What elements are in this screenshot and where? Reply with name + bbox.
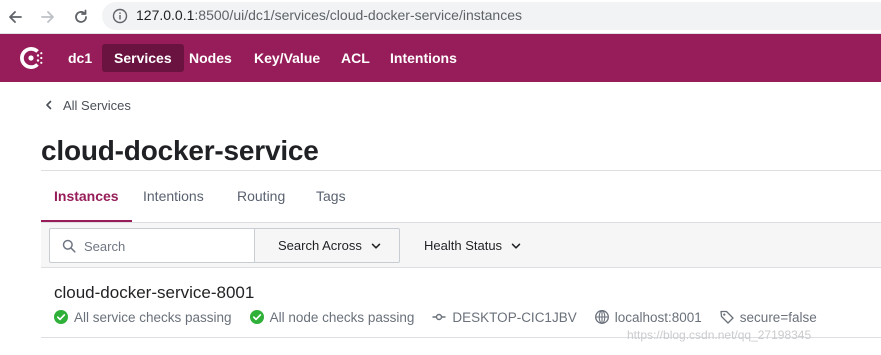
chevron-down-icon <box>371 243 381 249</box>
breadcrumb-all-services[interactable]: All Services <box>63 98 131 113</box>
chevron-left-icon <box>46 100 52 110</box>
back-arrow-icon <box>9 11 22 23</box>
filter-bar: Search Across Health Status <box>41 223 881 268</box>
search-icon <box>62 239 76 253</box>
datacenter-selector[interactable]: dc1 <box>56 44 104 72</box>
reload-icon <box>75 9 87 23</box>
nav-item-nodes[interactable]: Nodes <box>177 44 244 72</box>
search-across-label: Search Across <box>278 238 362 253</box>
browser-toolbar: 127.0.0.1:8500/ui/dc1/services/cloud-doc… <box>0 0 881 34</box>
node-icon <box>432 313 446 321</box>
page-title: cloud-docker-service <box>41 135 319 166</box>
check-circle-icon <box>54 310 68 324</box>
check-circle-icon <box>249 310 264 324</box>
node-name[interactable]: DESKTOP-CIC1JBV <box>452 310 576 325</box>
nav-item-key-value[interactable]: Key/Value <box>242 44 332 72</box>
instance-meta: All service checks passing All node chec… <box>54 308 835 326</box>
nav-item-intentions[interactable]: Intentions <box>378 44 469 72</box>
instance-name-link[interactable]: cloud-docker-service-8001 <box>54 283 254 303</box>
reload-button[interactable] <box>69 5 93 29</box>
tab-tags[interactable]: Tags <box>303 171 359 223</box>
node-checks-status: All node checks passing <box>249 309 415 325</box>
service-checks-status: All service checks passing <box>54 310 232 325</box>
tab-instances[interactable]: Instances <box>41 171 132 223</box>
address-bar[interactable]: 127.0.0.1:8500/ui/dc1/services/cloud-doc… <box>102 2 881 30</box>
instance-tag: secure=false <box>739 309 817 325</box>
tab-routing[interactable]: Routing <box>224 171 298 223</box>
main-navigation: dc1 Services Nodes Key/Value ACL Intenti… <box>0 34 881 82</box>
nav-item-acl[interactable]: ACL <box>329 44 382 72</box>
search-across-dropdown[interactable]: Search Across <box>254 228 400 263</box>
site-info-icon[interactable] <box>112 8 128 24</box>
tab-intentions[interactable]: Intentions <box>130 171 217 223</box>
consul-logo-icon[interactable] <box>16 43 46 73</box>
node-checks-text: All node checks passing <box>269 309 415 325</box>
forward-arrow-icon <box>41 11 54 23</box>
url-text[interactable]: 127.0.0.1:8500/ui/dc1/services/cloud-doc… <box>136 7 522 23</box>
breadcrumb[interactable]: All Services <box>43 96 131 114</box>
nav-item-services[interactable]: Services <box>102 44 184 72</box>
tag-icon <box>720 310 734 324</box>
health-status-label: Health Status <box>424 238 503 253</box>
service-checks-text: All service checks passing <box>74 309 232 325</box>
url-host: 127.0.0.1 <box>136 7 195 23</box>
instance-address: localhost:8001 <box>614 309 702 325</box>
node-link[interactable]: DESKTOP-CIC1JBV <box>432 310 577 325</box>
search-box[interactable] <box>49 228 254 263</box>
chevron-down-icon <box>511 243 521 249</box>
back-button[interactable] <box>3 5 27 29</box>
health-status-dropdown[interactable]: Health Status <box>424 228 521 263</box>
watermark-text: https://blog.csdn.net/qq_27198345 <box>627 328 812 342</box>
forward-button[interactable] <box>36 5 60 29</box>
url-path: :8500/ui/dc1/services/cloud-docker-servi… <box>194 7 522 23</box>
service-tabs: Instances Intentions Routing Tags <box>41 171 881 223</box>
globe-icon <box>594 310 609 324</box>
address-info: localhost:8001 <box>594 309 702 325</box>
tags-info: secure=false <box>720 310 817 325</box>
search-input[interactable] <box>84 237 244 255</box>
